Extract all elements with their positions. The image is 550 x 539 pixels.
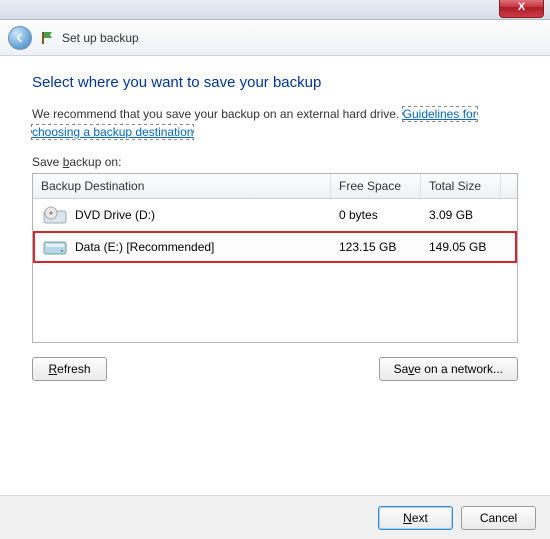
cancel-button[interactable]: Cancel bbox=[461, 506, 536, 530]
refresh-button[interactable]: Refresh bbox=[32, 357, 107, 381]
drive-free: 123.15 GB bbox=[331, 235, 421, 259]
arrow-left-icon bbox=[14, 32, 26, 44]
window-title-text: Set up backup bbox=[62, 31, 139, 45]
drive-size: 149.05 GB bbox=[421, 235, 501, 259]
back-button[interactable] bbox=[8, 26, 32, 50]
window-titlebar: X bbox=[0, 0, 550, 20]
next-button[interactable]: Next bbox=[378, 506, 453, 530]
col-header-total-size[interactable]: Total Size bbox=[421, 174, 501, 198]
col-header-pad bbox=[501, 174, 517, 198]
drive-name: Data (E:) [Recommended] bbox=[75, 240, 214, 254]
dvd-drive-icon bbox=[43, 205, 67, 225]
page-heading: Select where you want to save your backu… bbox=[32, 74, 518, 91]
drive-list: Backup Destination Free Space Total Size… bbox=[32, 173, 518, 343]
drive-size: 3.09 GB bbox=[421, 203, 501, 227]
dialog-footer: Next Cancel bbox=[0, 495, 550, 539]
recommendation-prefix: We recommend that you save your backup o… bbox=[32, 107, 403, 121]
list-label: Save backup on: bbox=[32, 155, 518, 169]
table-row[interactable]: DVD Drive (D:) 0 bytes 3.09 GB bbox=[33, 199, 517, 231]
recommendation-text: We recommend that you save your backup o… bbox=[32, 105, 518, 141]
nav-header: Set up backup bbox=[0, 20, 550, 56]
col-header-free-space[interactable]: Free Space bbox=[331, 174, 421, 198]
window-close-button[interactable]: X bbox=[499, 0, 544, 18]
table-header: Backup Destination Free Space Total Size bbox=[33, 174, 517, 199]
drive-name: DVD Drive (D:) bbox=[75, 208, 155, 222]
table-row[interactable]: Data (E:) [Recommended] 123.15 GB 149.05… bbox=[33, 231, 517, 263]
hdd-drive-icon bbox=[43, 237, 67, 257]
drive-free: 0 bytes bbox=[331, 203, 421, 227]
backup-flag-icon bbox=[40, 30, 56, 46]
col-header-destination[interactable]: Backup Destination bbox=[33, 174, 331, 198]
save-on-network-button[interactable]: Save on a network... bbox=[379, 357, 518, 381]
